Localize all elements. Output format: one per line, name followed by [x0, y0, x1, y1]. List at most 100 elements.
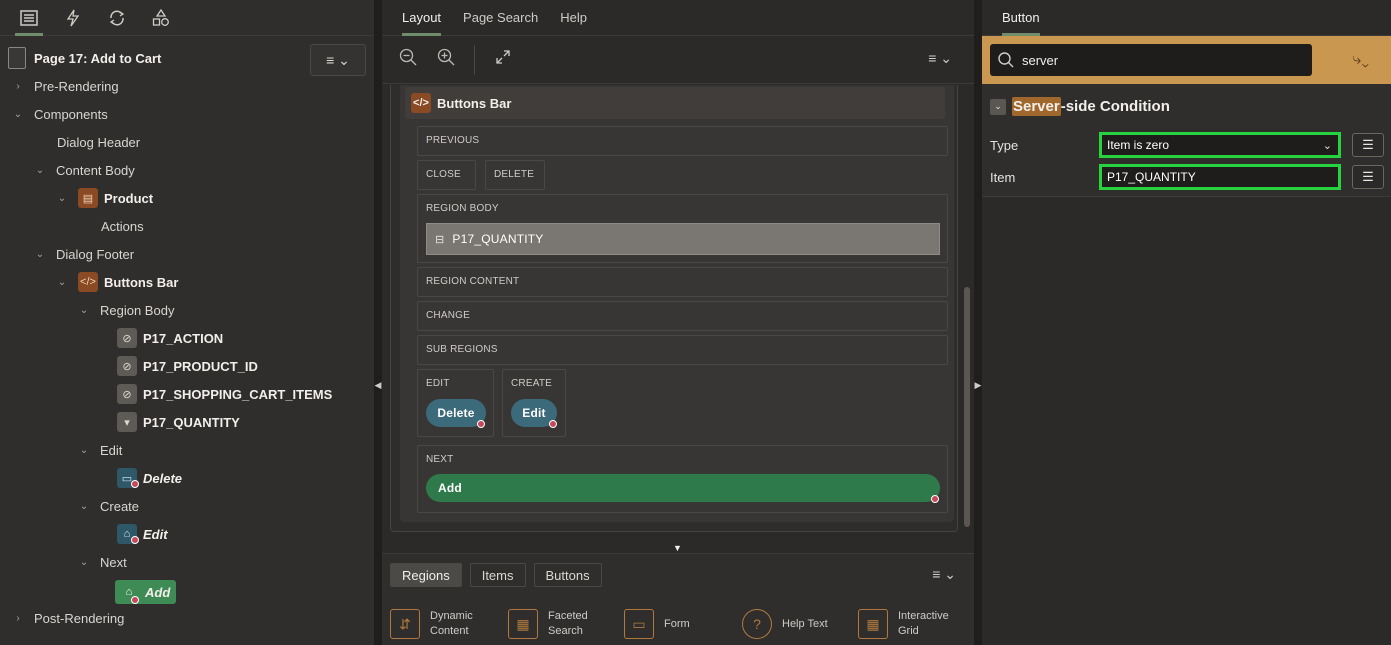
tab-page-search[interactable]: Page Search	[463, 10, 538, 25]
chevron-down-icon[interactable]: ⌄	[56, 276, 68, 288]
tree-node-post-rendering[interactable]: › Post-Rendering	[12, 604, 124, 632]
slot-next[interactable]: NEXT Add	[417, 445, 948, 513]
item-list-icon[interactable]: ☰	[1352, 165, 1384, 189]
tree-node-pre-rendering[interactable]: › Pre-Rendering	[12, 72, 118, 100]
collapse-left-icon[interactable]: ◀	[374, 378, 382, 392]
chevron-down-icon[interactable]: ⌄	[78, 500, 90, 512]
hidden-item-icon: ⊘	[117, 328, 137, 348]
add-button[interactable]: Add	[426, 474, 940, 502]
tree-node-actions[interactable]: Actions	[101, 212, 144, 240]
server-side-condition-section: ⌄ Server-side Condition Type Item is zer…	[982, 84, 1391, 197]
slot-region-content[interactable]: REGION CONTENT	[417, 267, 948, 297]
tab-buttons[interactable]: Buttons	[533, 563, 602, 587]
type-select[interactable]: Item is zero ⌄	[1099, 132, 1341, 158]
gallery-menu-icon[interactable]: ≡ ⌄	[932, 566, 956, 583]
slot-previous[interactable]: PREVIOUS	[417, 126, 948, 156]
chevron-right-icon[interactable]: ›	[12, 80, 24, 92]
rendering-tab-icon[interactable]	[15, 7, 43, 36]
region-header[interactable]: </> Buttons Bar	[405, 87, 945, 119]
property-search-field[interactable]	[990, 44, 1312, 76]
gallery-item-help-text[interactable]: ? Help Text	[742, 606, 838, 642]
chevron-down-icon[interactable]: ⌄	[34, 248, 46, 260]
slot-close[interactable]: CLOSE	[417, 160, 476, 190]
page-node[interactable]: Page 17: Add to Cart	[8, 44, 161, 72]
gallery-item-label: Form	[664, 617, 690, 630]
tree-node-buttons-bar[interactable]: ⌄ </> Buttons Bar	[56, 268, 178, 296]
tree-node-edit-button[interactable]: ⌂ Edit	[117, 520, 168, 548]
chevron-down-icon[interactable]: ⌄	[34, 164, 46, 176]
left-splitter[interactable]: ◀	[374, 0, 382, 645]
region-buttons-bar[interactable]: </> Buttons Bar PREVIOUS CLOSE DELETE RE…	[400, 85, 954, 522]
gallery-item-dynamic-content[interactable]: ⇵ Dynamic Content	[390, 606, 488, 642]
slot-delete[interactable]: DELETE	[485, 160, 545, 190]
slot-create[interactable]: CREATE Edit	[502, 369, 566, 437]
layout-menu-icon[interactable]: ≡ ⌄	[928, 50, 952, 67]
chevron-down-icon[interactable]: ⌄	[78, 304, 90, 316]
slot-change[interactable]: CHANGE	[417, 301, 948, 331]
chevron-down-icon[interactable]: ⌄	[78, 556, 90, 568]
tab-regions[interactable]: Regions	[390, 563, 462, 587]
zoom-in-icon[interactable]	[436, 48, 456, 71]
menu-icon: ≡ ⌄	[326, 51, 350, 68]
slot-region-body[interactable]: REGION BODY ⊟ P17_QUANTITY	[417, 194, 948, 263]
section-header[interactable]: ⌄ Server-side Condition	[990, 97, 1170, 116]
collapse-right-icon[interactable]: ▶	[974, 378, 982, 392]
layout-scrollbar[interactable]	[964, 287, 970, 527]
tab-button[interactable]: Button	[1002, 10, 1040, 36]
tab-layout[interactable]: Layout	[402, 10, 442, 36]
processing-tab-icon[interactable]	[106, 7, 128, 29]
tree-node-p17-action[interactable]: ⊘ P17_ACTION	[117, 324, 223, 352]
tree-label: Add	[145, 584, 171, 600]
collapse-gallery-icon[interactable]: ▼	[673, 543, 682, 553]
tree-node-next-position[interactable]: ⌄ Next	[78, 548, 127, 576]
chevron-right-icon[interactable]: ›	[12, 612, 24, 624]
chevron-down-icon[interactable]: ⌄	[990, 98, 1006, 115]
type-list-icon[interactable]: ☰	[1352, 133, 1384, 157]
region-title: Buttons Bar	[437, 95, 512, 111]
gallery-item-faceted-search[interactable]: ▦ Faceted Search	[508, 606, 604, 642]
item-p17-quantity[interactable]: ⊟ P17_QUANTITY	[426, 223, 940, 255]
gallery-item-interactive-grid[interactable]: ▦ Interactive Grid	[858, 606, 949, 642]
right-splitter[interactable]: ▶	[974, 0, 982, 645]
tree-node-p17-quantity[interactable]: ▾ P17_QUANTITY	[117, 408, 240, 436]
search-input[interactable]	[1022, 52, 1302, 68]
tab-items[interactable]: Items	[469, 563, 526, 587]
expand-icon[interactable]	[493, 49, 513, 70]
tree-node-create-position[interactable]: ⌄ Create	[78, 492, 139, 520]
tree-node-region-body[interactable]: ⌄ Region Body	[78, 296, 175, 324]
property-editor: Button ⤷⌄ ⌄ Server-side Condition Type I…	[982, 0, 1391, 645]
gallery-item-form[interactable]: ▭ Form	[624, 606, 722, 642]
condition-indicator-icon	[931, 495, 939, 503]
tree-node-product[interactable]: ⌄ ▤ Product	[56, 184, 153, 212]
left-panel-tabs	[0, 0, 374, 36]
tree-node-p17-shopping-cart-items[interactable]: ⊘ P17_SHOPPING_CART_ITEMS	[117, 380, 332, 408]
slot-sub-regions[interactable]: SUB REGIONS	[417, 335, 948, 365]
go-to-group-icon[interactable]: ⤷⌄	[1352, 51, 1369, 69]
tree-node-delete-button[interactable]: ▭ Delete	[117, 464, 182, 492]
chevron-down-icon[interactable]: ⌄	[78, 444, 90, 456]
tree-node-dialog-header[interactable]: Dialog Header	[57, 128, 140, 156]
tab-help[interactable]: Help	[560, 10, 587, 25]
tree-node-edit-position[interactable]: ⌄ Edit	[78, 436, 123, 464]
gallery-item-label: Dynamic Content	[430, 610, 473, 637]
tree-node-p17-product-id[interactable]: ⊘ P17_PRODUCT_ID	[117, 352, 258, 380]
tree-menu-button[interactable]: ≡ ⌄	[310, 44, 366, 76]
static-content-icon: </>	[78, 272, 98, 292]
chevron-down-icon[interactable]: ⌄	[56, 192, 68, 204]
tree-label: P17_SHOPPING_CART_ITEMS	[143, 386, 333, 402]
tree-node-add-button[interactable]: ⌂ Add	[115, 578, 177, 606]
slot-label: SUB REGIONS	[426, 344, 498, 355]
tree-node-components[interactable]: ⌄ Components	[12, 100, 108, 128]
faceted-search-icon: ▦	[508, 609, 538, 639]
gallery-item-label: Help Text	[782, 617, 828, 630]
tree-node-content-body[interactable]: ⌄ Content Body	[34, 156, 135, 184]
item-field[interactable]: P17_QUANTITY	[1099, 164, 1341, 190]
dynamic-actions-tab-icon[interactable]	[62, 7, 84, 29]
shared-components-tab-icon[interactable]	[150, 7, 172, 29]
chevron-down-icon[interactable]: ⌄	[12, 108, 24, 120]
slot-label: NEXT	[426, 454, 454, 465]
zoom-out-icon[interactable]	[398, 48, 418, 71]
tree-node-dialog-footer[interactable]: ⌄ Dialog Footer	[34, 240, 134, 268]
form-region-icon: ▤	[78, 188, 98, 208]
slot-edit[interactable]: EDIT Delete	[417, 369, 494, 437]
